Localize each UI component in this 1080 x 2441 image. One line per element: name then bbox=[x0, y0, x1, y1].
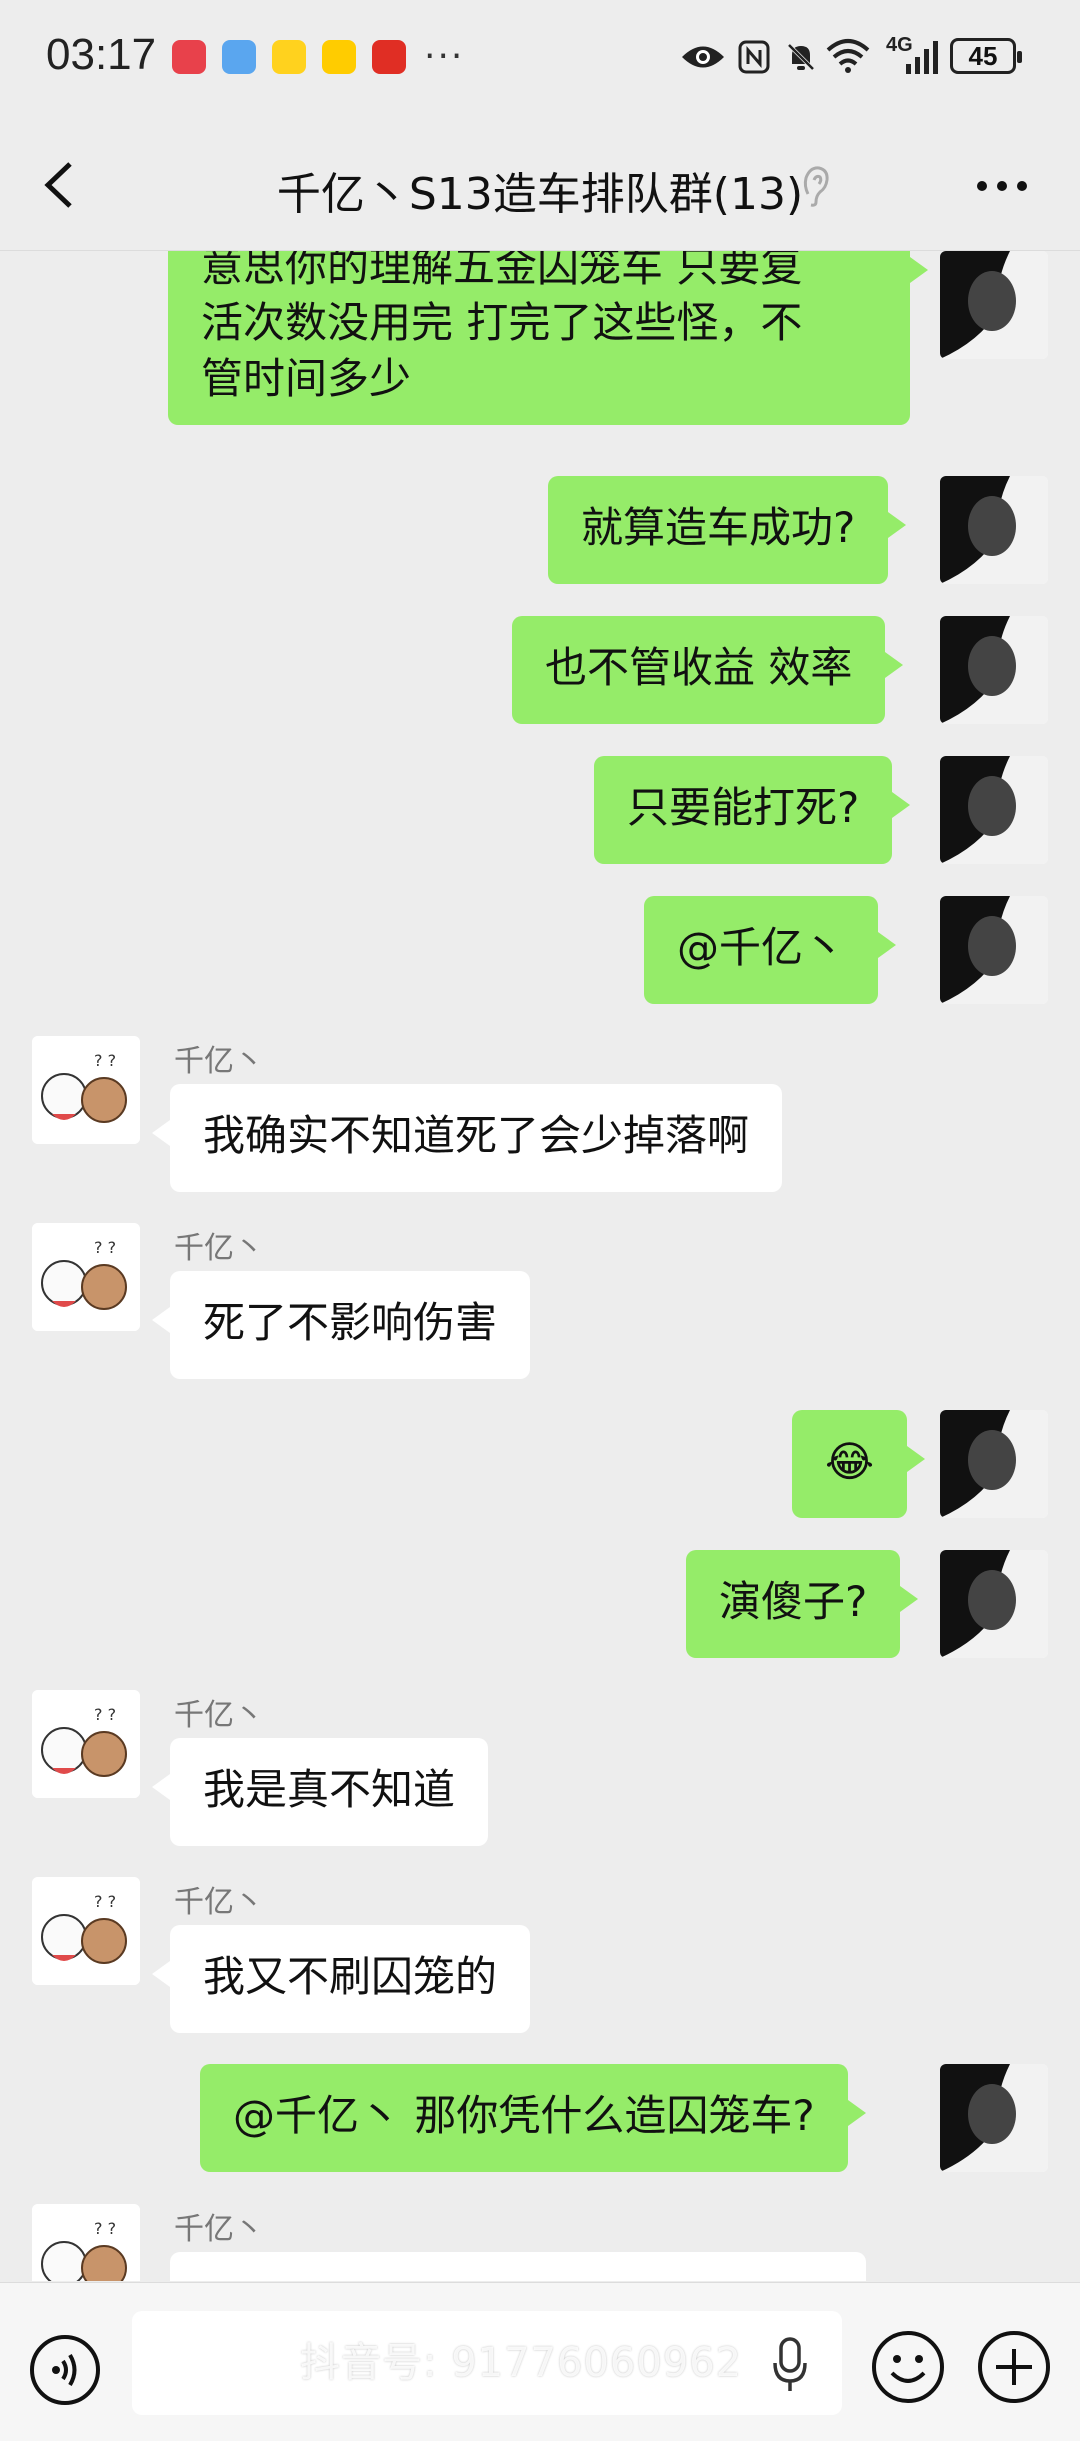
more-options-icon[interactable] bbox=[976, 180, 1028, 192]
my-avatar[interactable] bbox=[940, 476, 1048, 584]
message-bubble[interactable]: 也不管收益 效率 bbox=[512, 616, 904, 724]
sender-name: 千亿丶 bbox=[174, 1885, 264, 1920]
sender-name: 千亿丶 bbox=[174, 1044, 264, 1079]
video-app-icon bbox=[272, 40, 306, 74]
message-bubble[interactable]: 我又不刷囚笼的 bbox=[151, 1925, 531, 2033]
chat-title-text: 千亿丶S13造车排队群(13) bbox=[276, 169, 804, 220]
chat-header: 千亿丶S13造车排队群(13) bbox=[0, 120, 1080, 251]
eye-icon bbox=[682, 46, 724, 68]
svg-text:? ?: ? ? bbox=[94, 2219, 116, 2238]
huawei-icon bbox=[172, 40, 206, 74]
meituan-icon bbox=[322, 40, 356, 74]
sender-avatar[interactable]: ? ? bbox=[32, 1690, 140, 1798]
voice-input-button[interactable] bbox=[30, 2335, 100, 2405]
microphone-icon[interactable] bbox=[770, 2335, 810, 2395]
my-avatar[interactable] bbox=[940, 756, 1048, 864]
chat-title: 千亿丶S13造车排队群(13) bbox=[0, 158, 1080, 222]
6-app-icon bbox=[222, 40, 256, 74]
message-list[interactable]: 意思你的理解五金囚笼车 只要复 活次数没用完 打完了这些怪，不 管时间多少 就算… bbox=[0, 251, 1080, 2281]
message-line: 意思你的理解五金囚笼车 只要复 bbox=[201, 251, 803, 291]
message-bubble[interactable]: 只要能打死? bbox=[594, 756, 911, 864]
message-bubble[interactable]: 就算造车成功? bbox=[548, 476, 907, 584]
svg-text:? ?: ? ? bbox=[94, 1238, 116, 1257]
sender-avatar[interactable]: ? ? bbox=[32, 1223, 140, 1331]
my-avatar[interactable] bbox=[940, 2064, 1048, 2172]
message-line: 管时间多少 bbox=[201, 354, 412, 403]
message-line: 活次数没用完 打完了这些怪，不 bbox=[201, 298, 803, 347]
pinduoduo-icon bbox=[372, 40, 406, 74]
sender-name: 千亿丶 bbox=[174, 2212, 264, 2247]
voice-icon bbox=[52, 2353, 77, 2387]
nfc-icon bbox=[738, 40, 770, 74]
svg-text:? ?: ? ? bbox=[94, 1892, 116, 1911]
message-bubble[interactable]: 我是真不知道 bbox=[151, 1738, 489, 1846]
signal-icon bbox=[906, 41, 938, 74]
my-avatar[interactable] bbox=[940, 1410, 1048, 1518]
watermark: 抖音号: 91776060962 bbox=[300, 2340, 743, 2386]
svg-text:? ?: ? ? bbox=[94, 1051, 116, 1070]
wifi-icon bbox=[826, 39, 870, 73]
sender-avatar[interactable]: ? ? bbox=[32, 2204, 140, 2281]
message-bubble[interactable]: 死了不影响伤害 bbox=[151, 1271, 531, 1379]
status-time: 03:17 bbox=[46, 30, 157, 79]
message-bubble[interactable]: 我确实不知道死了会少掉落啊 bbox=[151, 1084, 783, 1192]
message-bubble[interactable]: 意思你的理解五金囚笼车 只要复 活次数没用完 打完了这些怪，不 管时间多少 bbox=[168, 251, 928, 425]
emoji-icon[interactable] bbox=[870, 2329, 946, 2405]
status-bar: 03:17 ··· 4G 45 bbox=[0, 0, 1080, 120]
sender-name: 千亿丶 bbox=[174, 1698, 264, 1733]
svg-text:? ?: ? ? bbox=[94, 1705, 116, 1724]
mute-icon bbox=[786, 42, 816, 72]
message-bubble[interactable]: 演傻子? bbox=[686, 1550, 919, 1658]
more-notifications-icon: ··· bbox=[424, 36, 465, 77]
message-bubble[interactable]: 你自己前面没给百度来开你怎么起 bbox=[170, 2252, 867, 2281]
my-avatar[interactable] bbox=[940, 896, 1048, 1004]
my-avatar[interactable] bbox=[940, 616, 1048, 724]
ear-icon bbox=[803, 166, 829, 207]
my-avatar[interactable] bbox=[940, 251, 1048, 359]
my-avatar[interactable] bbox=[940, 1550, 1048, 1658]
sender-avatar[interactable]: ? ? bbox=[32, 1036, 140, 1144]
sender-avatar[interactable]: ? ? bbox=[32, 1877, 140, 1985]
sender-name: 千亿丶 bbox=[174, 1231, 264, 1266]
add-more-icon[interactable] bbox=[976, 2329, 1052, 2405]
message-bubble[interactable]: @千亿丶 那你凭什么造囚笼车? bbox=[200, 2064, 866, 2172]
message-bubble[interactable]: 😂 bbox=[792, 1410, 926, 1518]
message-bubble[interactable]: @千亿丶 bbox=[644, 896, 897, 1004]
battery-icon: 45 bbox=[950, 38, 1022, 74]
